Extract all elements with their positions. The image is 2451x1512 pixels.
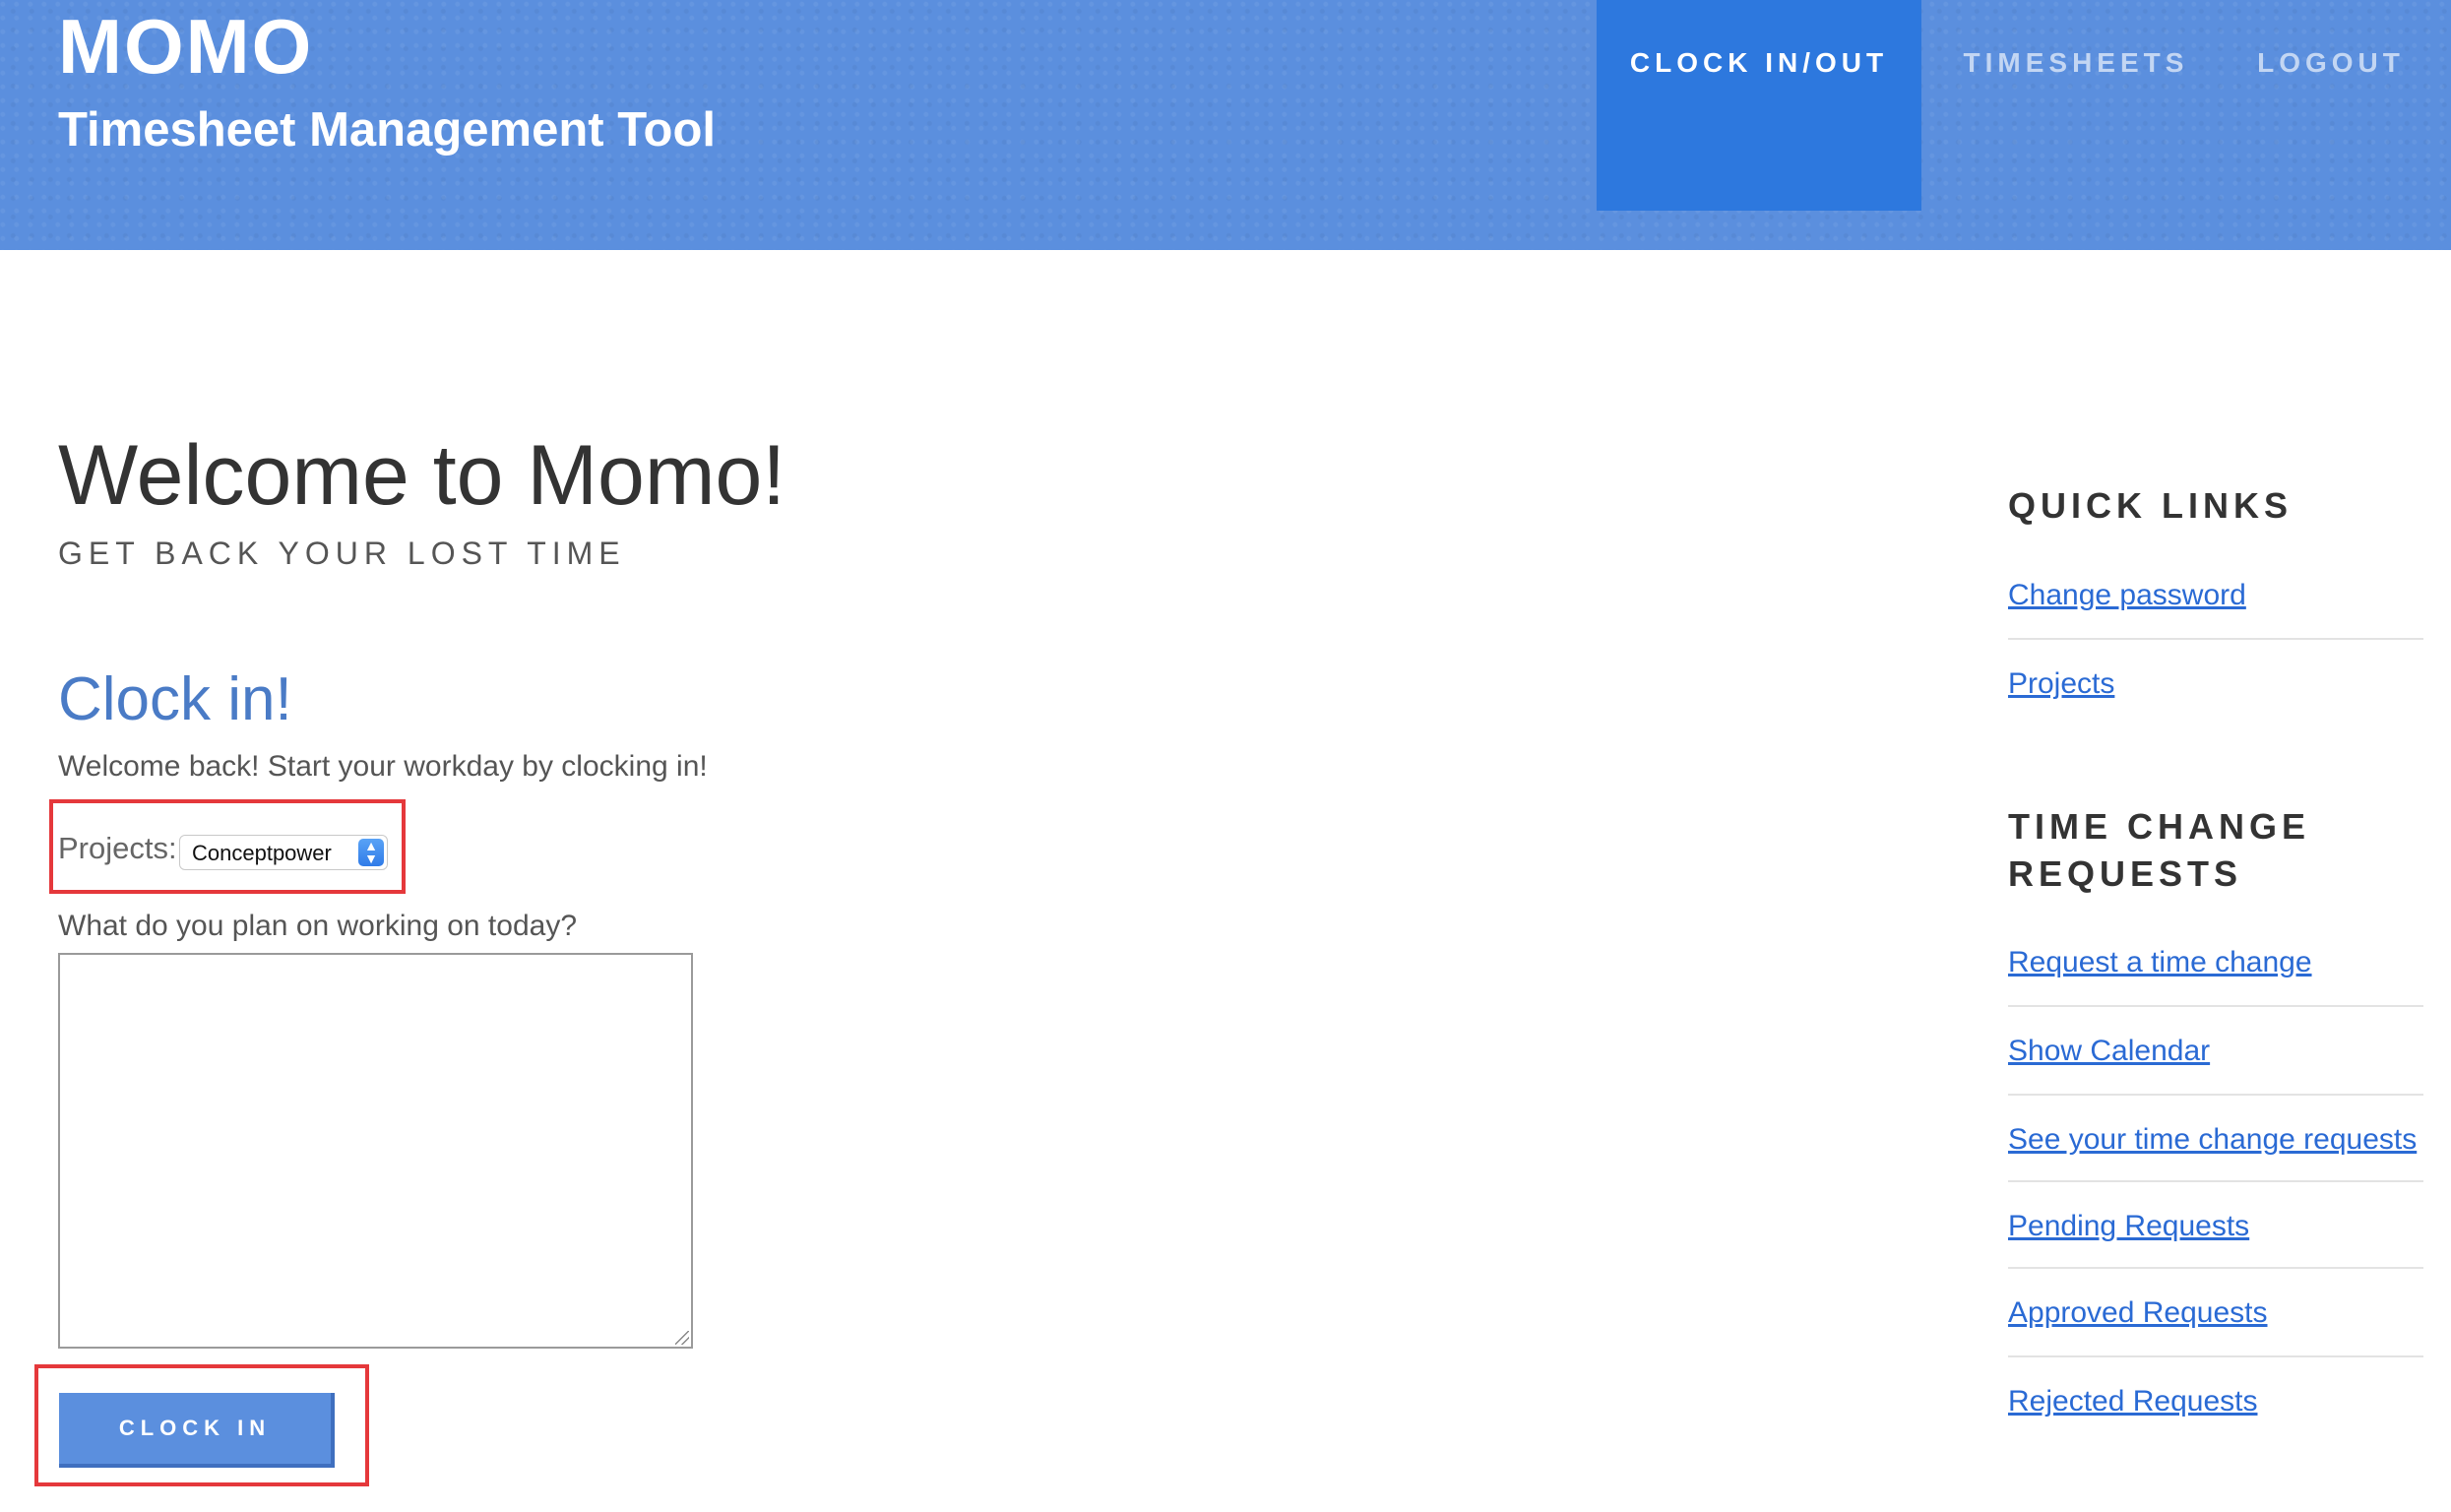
link-request-time-change[interactable]: Request a time change (2008, 948, 2312, 977)
time-change-requests-heading: TIME CHANGE REQUESTS (2008, 803, 2310, 898)
welcome-message: Welcome back! Start your workday by cloc… (58, 750, 708, 783)
divider (2008, 1355, 2423, 1357)
clock-in-heading: Clock in! (58, 665, 292, 733)
link-see-time-change-requests[interactable]: See your time change requests (2008, 1125, 2417, 1155)
divider (2008, 638, 2423, 640)
brand-logo-text[interactable]: MOMO (58, 8, 313, 85)
nav-logout[interactable]: LOGOUT (2232, 0, 2429, 211)
plan-label: What do you plan on working on today? (58, 910, 578, 942)
plan-textarea[interactable] (58, 953, 693, 1349)
nav-clock-in-out[interactable]: CLOCK IN/OUT (1597, 0, 1921, 211)
link-approved-requests[interactable]: Approved Requests (2008, 1298, 2268, 1328)
link-show-calendar[interactable]: Show Calendar (2008, 1037, 2210, 1066)
projects-label: Projects: (58, 831, 177, 865)
nav-timesheets[interactable]: TIMESHEETS (1953, 0, 2199, 211)
link-change-password[interactable]: Change password (2008, 581, 2246, 610)
brand-subtitle: Timesheet Management Tool (58, 103, 716, 157)
resize-handle-icon[interactable] (675, 1331, 689, 1345)
divider (2008, 1094, 2423, 1096)
quick-links-heading: QUICK LINKS (2008, 485, 2293, 526)
divider (2008, 1267, 2423, 1269)
top-nav: CLOCK IN/OUT TIMESHEETS LOGOUT (1597, 0, 2451, 211)
tcr-heading-line1: TIME CHANGE (2008, 806, 2310, 847)
project-select-value: Conceptpower (192, 841, 332, 865)
clock-in-button[interactable]: CLOCK IN (59, 1393, 335, 1468)
chevron-up-down-icon: ▲ ▼ (358, 839, 384, 866)
tcr-heading-line2: REQUESTS (2008, 853, 2243, 894)
project-select[interactable]: Conceptpower ▲ ▼ (179, 835, 388, 870)
link-projects[interactable]: Projects (2008, 669, 2114, 699)
link-rejected-requests[interactable]: Rejected Requests (2008, 1387, 2257, 1417)
divider (2008, 1180, 2423, 1182)
link-pending-requests[interactable]: Pending Requests (2008, 1212, 2249, 1241)
page-tagline: GET BACK YOUR LOST TIME (58, 536, 626, 571)
divider (2008, 1005, 2423, 1007)
page-title: Welcome to Momo! (58, 428, 786, 523)
